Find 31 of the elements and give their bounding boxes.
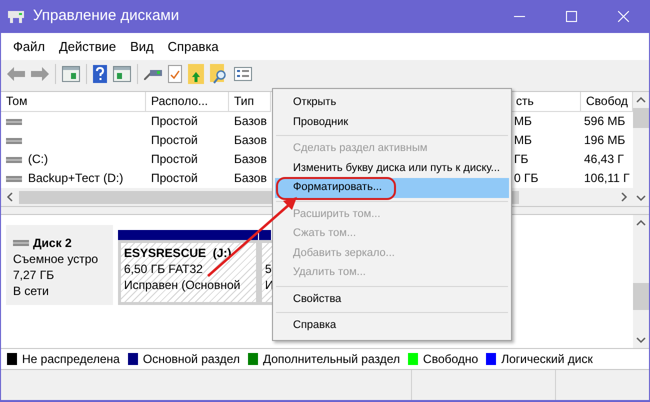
table-cell-text: 0 ГБ [513,170,540,187]
table-cell-text: Базов [233,132,268,149]
table-cell-text: 196 МБ [583,132,626,149]
table-cell-text: 596 МБ [583,113,626,130]
table-cell-text: Простой [150,151,199,168]
table-cell-text: Базов [233,151,268,168]
disk-size: 7,27 ГБ [13,267,56,283]
table-cell-text: МБ [513,132,533,149]
partition-status: Исправен (Основной [124,277,242,293]
disk-status: В сети [13,283,50,299]
partition-size: 5 [265,261,273,277]
table-cell-text: ГБ [513,151,530,168]
legend-label: Не распределена [22,351,120,368]
table-cell-text: МБ [513,113,533,130]
legend-label: Основной раздел [142,351,240,368]
disk-type: Съемное устро [13,251,100,267]
table-cell-text: (C:) [28,151,48,168]
partition-size: 6,50 ГБ FAT32 [124,261,204,277]
legend-label: Логический диск [501,351,593,368]
table-cell-text: Простой [150,170,199,187]
table-cell-text: Простой [150,113,199,130]
table-cell-text: 46,43 Г [583,151,625,168]
disk-name: Диск 2 [33,235,72,251]
table-cell-text: 106,11 Г [583,170,631,187]
table-cell-text: Базов [233,170,268,187]
table-cell-text: Базов [233,113,268,130]
legend-label: Свободно [423,351,478,368]
table-cell-text: Простой [150,132,199,149]
legend-label: Дополнительный раздел [262,351,400,368]
table-cell-text: Backup+Тест (D:) [28,170,124,187]
window-title: Управление дисками [33,6,180,26]
